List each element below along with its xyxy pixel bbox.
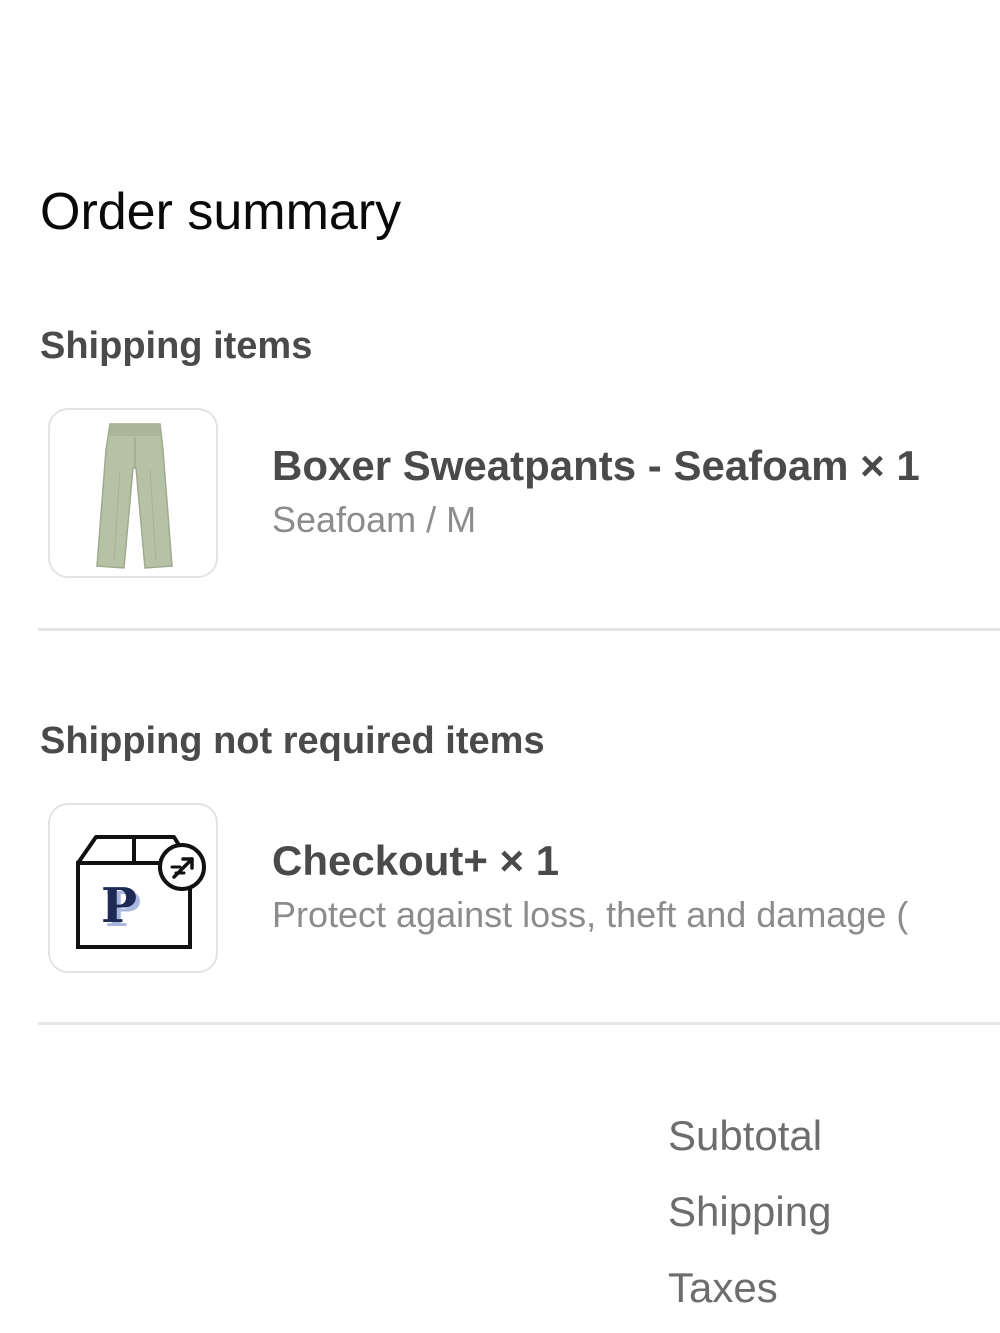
checkout-plus-description: Protect against loss, theft and damage ( xyxy=(272,894,909,935)
product-variant: Seafoam / M xyxy=(272,499,477,540)
package-protection-icon: P P xyxy=(76,835,206,949)
logo-letter: P xyxy=(101,878,137,934)
checkout-plus-name: Checkout+ × 1 xyxy=(272,837,560,884)
shipping-not-required-heading: Shipping not required items xyxy=(40,720,545,762)
shipping-label: Shipping xyxy=(668,1188,832,1235)
subtotal-label: Subtotal xyxy=(668,1112,823,1159)
taxes-label: Taxes xyxy=(668,1264,778,1311)
section-divider xyxy=(38,1022,1000,1025)
shipping-items-heading: Shipping items xyxy=(40,325,313,367)
cart-line-item-checkout-plus[interactable]: P P Checkout+ × 1 Protect against loss, … xyxy=(48,803,1000,975)
product-name: Boxer Sweatpants - Seafoam × 1 xyxy=(272,442,920,489)
order-totals: Subtotal Shipping Taxes xyxy=(668,1098,1000,1326)
cart-line-item-sweatpants[interactable]: Boxer Sweatpants - Seafoam × 1 Seafoam /… xyxy=(48,408,1000,580)
sweatpants-product-image xyxy=(96,423,173,569)
section-divider xyxy=(38,628,1000,631)
page-title: Order summary xyxy=(40,183,402,241)
checkout-plus-thumbnail[interactable]: P P xyxy=(48,803,218,973)
product-thumbnail[interactable] xyxy=(48,408,218,578)
